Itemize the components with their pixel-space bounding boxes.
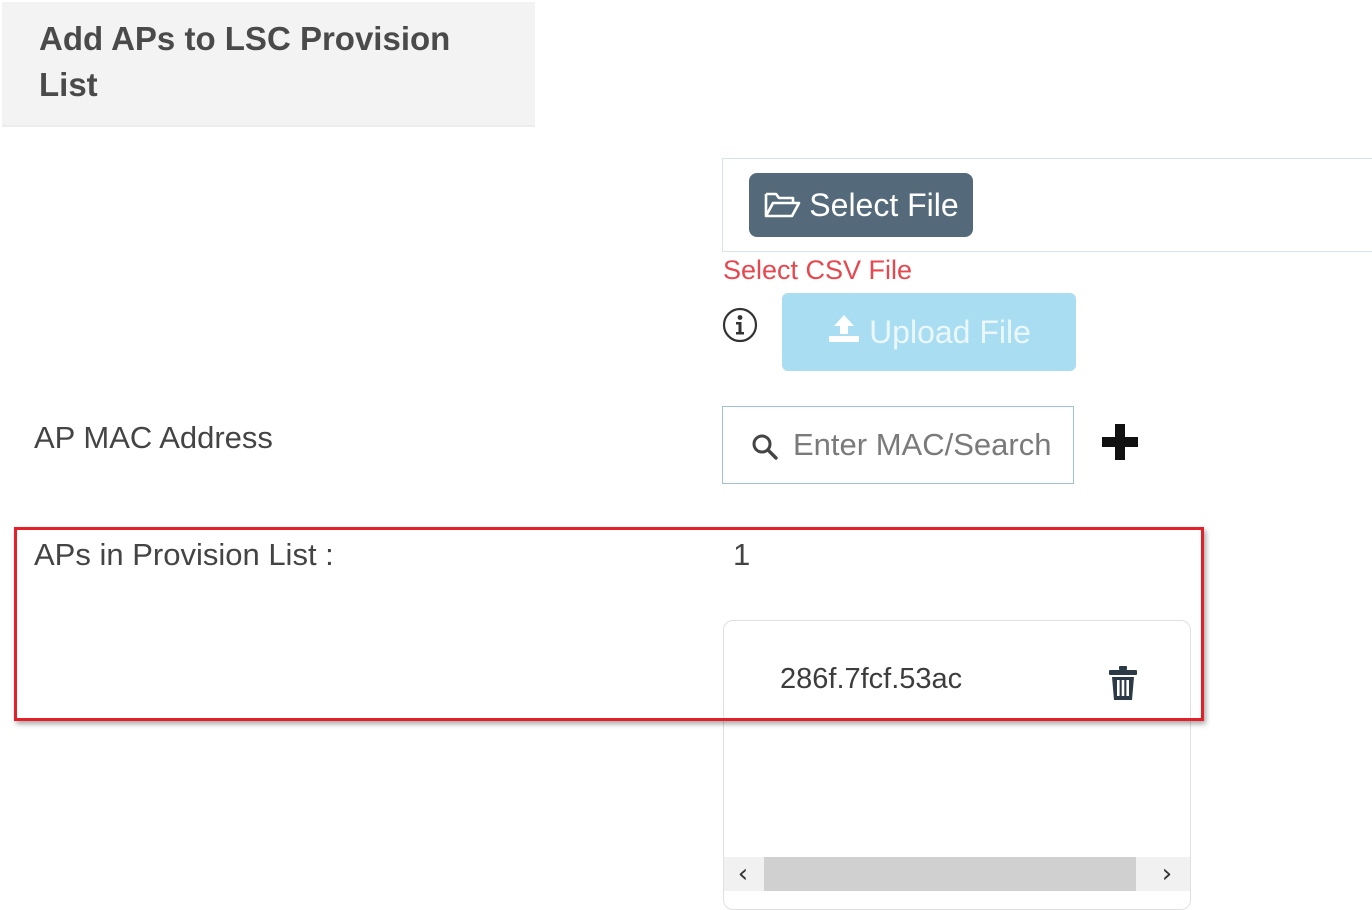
file-chooser: Select File [722,158,1372,252]
scroll-right-icon[interactable]: › [1152,859,1182,889]
trash-icon[interactable] [1108,665,1138,701]
csv-hint: Select CSV File [723,255,913,285]
mac-input-container [722,406,1074,484]
select-file-label: Select File [809,186,959,223]
section-header: Add APs to LSC Provision List [2,2,535,127]
plus-icon[interactable] [1098,420,1142,464]
mac-address-label: AP MAC Address [34,420,273,455]
scrollbar-thumb[interactable] [764,857,1136,891]
provision-list-label: APs in Provision List : [34,537,334,572]
provision-count: 1 [733,537,751,572]
upload-file-label: Upload File [869,313,1031,350]
select-file-button[interactable]: Select File [749,173,973,237]
upload-file-button[interactable]: Upload File [782,293,1076,371]
info-icon[interactable] [722,307,758,343]
folder-open-icon [763,190,801,220]
section-title: Add APs to LSC Provision List [39,20,451,103]
upload-icon [827,313,861,351]
search-icon [751,433,779,466]
scroll-left-icon[interactable]: ‹ [728,859,758,889]
mac-address-input[interactable] [793,417,1063,473]
provision-list: 286f.7fcf.53ac ‹ › [723,620,1191,910]
horizontal-scrollbar[interactable]: ‹ › [724,857,1190,891]
list-item: 286f.7fcf.53ac [780,663,963,695]
